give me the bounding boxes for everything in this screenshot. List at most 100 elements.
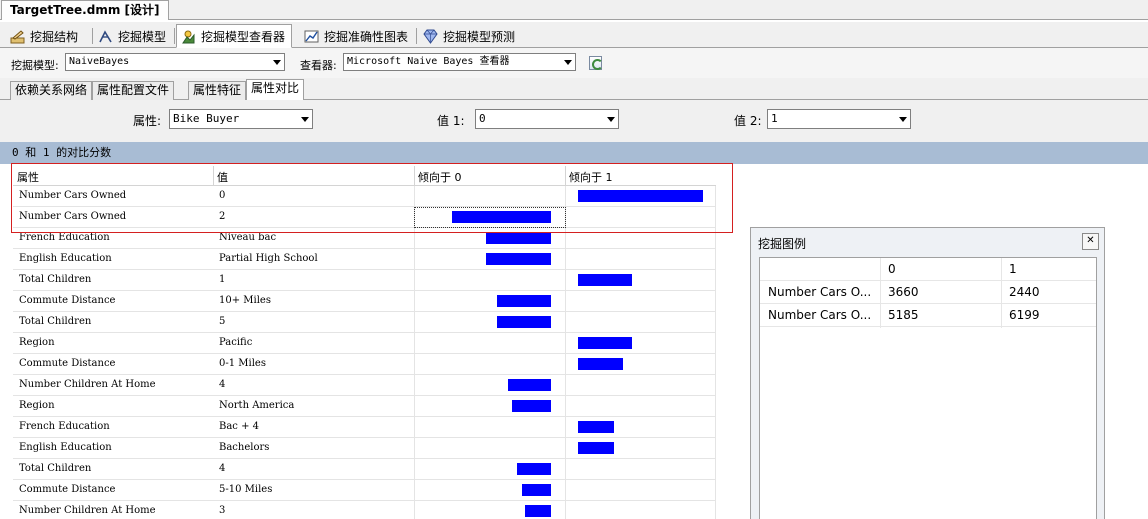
mining-legend-panel: 挖掘图例 ✕ 0 1 Number Cars O... 3660 2440 Nu… [750, 227, 1105, 519]
value1-label: 值 1: [437, 114, 465, 128]
tab-attribute-profiles[interactable]: 属性配置文件 [92, 81, 175, 100]
legend-col-1: 1 [1009, 262, 1017, 276]
tab-mining-structure[interactable]: 挖掘结构 [6, 25, 84, 47]
viewer-value: Microsoft Naive Bayes 查看器 [347, 56, 510, 67]
score-bar-favors-0 [486, 232, 551, 244]
highlight-rectangle [11, 163, 733, 233]
score-bar-favors-0 [508, 379, 551, 391]
score-title-bar: 0 和 1 的对比分数 [0, 142, 1148, 164]
score-bar-favors-1 [578, 442, 614, 454]
designer-tab-bar: 挖掘结构 挖掘模型 挖掘模型查看器 挖掘准确性图表 挖掘模型预测 [0, 22, 1148, 48]
cell-value: 0-1 Miles [219, 358, 266, 369]
score-bar-favors-1 [578, 274, 632, 286]
score-bar-favors-1 [578, 358, 623, 370]
score-bar-favors-0 [486, 253, 551, 265]
value2-label: 值 2: [734, 114, 762, 128]
cell-attribute: Number Children At Home [19, 505, 156, 516]
table-row[interactable]: Total Children 1 [13, 270, 716, 291]
table-row[interactable]: Total Children 5 [13, 312, 716, 333]
tab-accuracy-chart[interactable]: 挖掘准确性图表 [300, 25, 414, 47]
score-bar-favors-0 [497, 316, 551, 328]
value2-value: 1 [771, 112, 778, 125]
prediction-diamond-icon [423, 29, 438, 44]
score-bar-favors-0 [525, 505, 551, 517]
legend-row-v0: 5185 [888, 308, 919, 322]
cell-value: Partial High School [219, 253, 318, 264]
tab-mining-model-prediction[interactable]: 挖掘模型预测 [419, 25, 521, 47]
table-row[interactable]: English Education Partial High School [13, 249, 716, 270]
cell-attribute: Total Children [19, 274, 92, 285]
viewer-select[interactable]: Microsoft Naive Bayes 查看器 [343, 53, 576, 71]
attribute-select[interactable]: Bike Buyer [169, 109, 313, 129]
cell-value: North America [219, 400, 295, 411]
chevron-down-icon [899, 117, 907, 122]
cell-value: Bac + 4 [219, 421, 260, 432]
score-title: 0 和 1 的对比分数 [12, 146, 112, 159]
cell-attribute: Commute Distance [19, 484, 116, 495]
attribute-value: Bike Buyer [173, 112, 240, 125]
value2-select[interactable]: 1 [767, 109, 911, 129]
attribute-label: 属性: [133, 114, 162, 128]
table-row[interactable]: Number Children At Home 4 [13, 375, 716, 396]
cell-attribute: English Education [19, 442, 112, 453]
cell-attribute: English Education [19, 253, 112, 264]
tab-mining-models[interactable]: 挖掘模型 [94, 25, 172, 47]
cell-attribute: Commute Distance [19, 358, 116, 369]
score-bar-favors-0 [522, 484, 551, 496]
cell-attribute: Region [19, 337, 55, 348]
legend-table: 0 1 Number Cars O... 3660 2440 Number Ca… [759, 257, 1097, 519]
score-bar-favors-0 [517, 463, 551, 475]
table-row[interactable]: Total Children 4 [13, 459, 716, 480]
cell-attribute: French Education [19, 232, 110, 243]
viewer-subtab-bar: 依赖关系网络 属性配置文件 属性特征 属性对比 [0, 78, 1148, 100]
cell-attribute: French Education [19, 421, 110, 432]
table-row[interactable]: French Education Bac + 4 [13, 417, 716, 438]
tab-label: 挖掘模型预测 [443, 29, 516, 44]
legend-row-v1: 2440 [1009, 285, 1040, 299]
value1-value: 0 [479, 112, 486, 125]
mining-structure-icon [10, 29, 25, 44]
cell-value: 4 [219, 379, 226, 390]
cell-value: 3 [219, 505, 226, 516]
tab-mining-model-viewer[interactable]: 挖掘模型查看器 [176, 24, 293, 48]
score-bar-favors-1 [578, 337, 632, 349]
tab-attribute-characteristics[interactable]: 属性特征 [188, 81, 247, 100]
document-tab[interactable]: TargetTree.dmm [设计] [1, 0, 169, 20]
table-row[interactable]: Commute Distance 0-1 Miles [13, 354, 716, 375]
mining-model-viewer-icon [181, 29, 196, 44]
score-bar-favors-0 [497, 295, 551, 307]
refresh-icon[interactable] [589, 56, 603, 70]
legend-row-v1: 6199 [1009, 308, 1040, 322]
value1-select[interactable]: 0 [475, 109, 619, 129]
cell-value: 4 [219, 463, 226, 474]
tab-dependency-network[interactable]: 依赖关系网络 [10, 81, 93, 100]
cell-value: Niveau bac [219, 232, 277, 243]
legend-col-0: 0 [888, 262, 896, 276]
table-row[interactable]: Commute Distance 5-10 Miles [13, 480, 716, 501]
mining-model-label: 挖掘模型: [11, 59, 59, 72]
cell-value: 1 [219, 274, 226, 285]
tab-label: 挖掘结构 [30, 29, 79, 44]
cell-value: Pacific [219, 337, 253, 348]
accuracy-chart-icon [304, 29, 319, 44]
score-bar-favors-0 [512, 400, 551, 412]
score-bar-favors-1 [578, 421, 614, 433]
table-row[interactable]: Region North America [13, 396, 716, 417]
cell-attribute: Commute Distance [19, 295, 116, 306]
legend-row: Number Cars O... 5185 6199 [760, 304, 1096, 327]
legend-row-v0: 3660 [888, 285, 919, 299]
tab-label: 挖掘准确性图表 [324, 29, 409, 44]
close-icon[interactable]: ✕ [1082, 233, 1099, 250]
table-row[interactable]: English Education Bachelors [13, 438, 716, 459]
table-row[interactable]: Number Children At Home 3 [13, 501, 716, 519]
viewer-label: 查看器: [300, 59, 337, 72]
cell-value: Bachelors [219, 442, 270, 453]
mining-model-select[interactable]: NaiveBayes [65, 53, 285, 71]
document-tab-strip: TargetTree.dmm [设计] [0, 0, 1148, 20]
table-row[interactable]: Commute Distance 10+ Miles [13, 291, 716, 312]
tab-attribute-discrimination[interactable]: 属性对比 [246, 79, 305, 100]
chevron-down-icon [301, 117, 309, 122]
tab-label: 挖掘模型查看器 [201, 29, 286, 44]
cell-value: 10+ Miles [219, 295, 271, 306]
table-row[interactable]: Region Pacific [13, 333, 716, 354]
